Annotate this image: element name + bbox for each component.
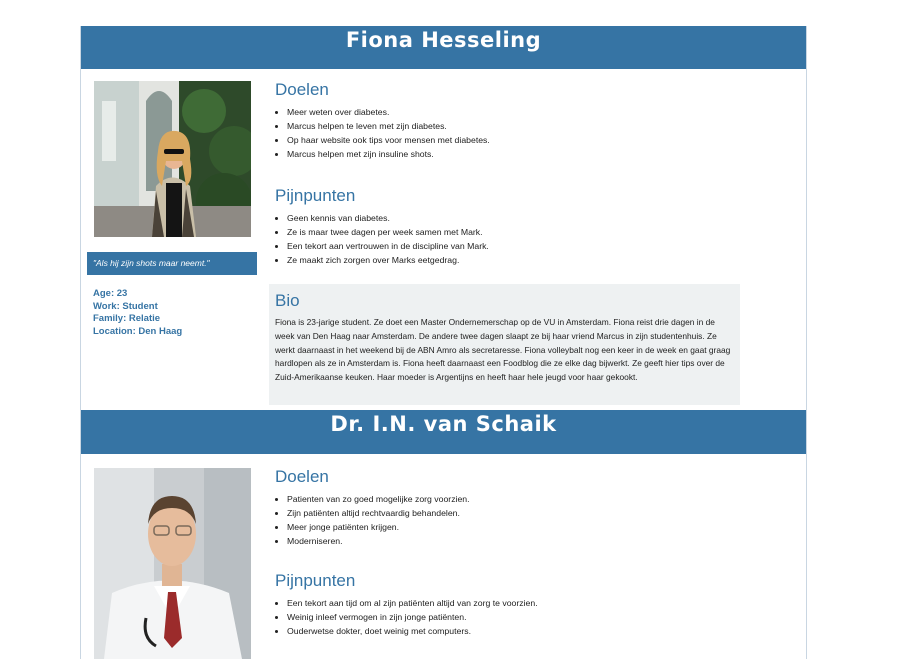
persona-header: Dr. I.N. van Schaik — [81, 410, 806, 454]
pain-item: Ouderwetse dokter, doet weinig met compu… — [287, 624, 745, 638]
bio-heading: Bio — [275, 291, 300, 310]
persona-card-fiona: Fiona Hesseling "Als hij zijn shots maar… — [80, 26, 807, 410]
pains-heading: Pijnpunten — [275, 186, 356, 205]
pain-item: Ze maakt zich zorgen over Marks eetgedra… — [287, 253, 745, 267]
fact-family: Family: Relatie — [93, 313, 161, 324]
goals-section: Doelen Patienten van zo goed mogelijke z… — [275, 467, 745, 548]
bio-text: Fiona is 23-jarige student. Ze doet een … — [275, 317, 731, 383]
persona-card-van-schaik: Dr. I.N. van Schaik Doelen Patienten van… — [80, 410, 807, 659]
goal-item: Marcus helpen te leven met zijn diabetes… — [287, 119, 745, 133]
goal-item: Marcus helpen met zijn insuline shots. — [287, 147, 745, 161]
goal-item: Moderniseren. — [287, 534, 745, 548]
pains-list: Geen kennis van diabetes. Ze is maar twe… — [275, 211, 745, 267]
pain-item: Een tekort aan vertrouwen in de discipli… — [287, 239, 745, 253]
goal-item: Zijn patiënten altijd rechtvaardig behan… — [287, 506, 745, 520]
persona-facts: Age: 23 Work: Student Family: Relatie Lo… — [93, 288, 182, 338]
pain-item: Een tekort aan tijd om al zijn patiënten… — [287, 596, 745, 610]
pain-item: Weinig inleef vermogen in zijn jonge pat… — [287, 610, 745, 624]
pain-item: Ze is maar twee dagen per week samen met… — [287, 225, 745, 239]
fact-location: Location: Den Haag — [93, 325, 183, 337]
persona-photo — [94, 81, 251, 237]
goals-list: Patienten van zo goed mogelijke zorg voo… — [275, 492, 745, 548]
pain-item: Geen kennis van diabetes. — [287, 211, 745, 225]
persona-header: Fiona Hesseling — [81, 26, 806, 69]
goals-heading: Doelen — [275, 80, 329, 99]
persona-name: Fiona Hesseling — [345, 28, 542, 52]
fact-work: Work: Student — [93, 300, 158, 312]
fact-age: Age: 23 — [93, 288, 128, 299]
goal-item: Meer jonge patiënten krijgen. — [287, 520, 745, 534]
goals-section: Doelen Meer weten over diabetes. Marcus … — [275, 80, 745, 161]
pains-section: Pijnpunten Geen kennis van diabetes. Ze … — [275, 186, 745, 267]
goals-list: Meer weten over diabetes. Marcus helpen … — [275, 105, 745, 161]
persona-photo — [94, 468, 251, 659]
pains-section: Pijnpunten Een tekort aan tijd om al zij… — [275, 571, 745, 638]
persona-name: Dr. I.N. van Schaik — [330, 412, 557, 436]
goal-item: Op haar website ook tips voor mensen met… — [287, 133, 745, 147]
pains-list: Een tekort aan tijd om al zijn patiënten… — [275, 596, 745, 638]
pains-heading: Pijnpunten — [275, 571, 356, 590]
persona-quote: "Als hij zijn shots maar neemt." — [87, 252, 257, 275]
bio-section: Bio Fiona is 23-jarige student. Ze doet … — [269, 284, 740, 405]
goal-item: Patienten van zo goed mogelijke zorg voo… — [287, 492, 745, 506]
goals-heading: Doelen — [275, 467, 329, 486]
goal-item: Meer weten over diabetes. — [287, 105, 745, 119]
